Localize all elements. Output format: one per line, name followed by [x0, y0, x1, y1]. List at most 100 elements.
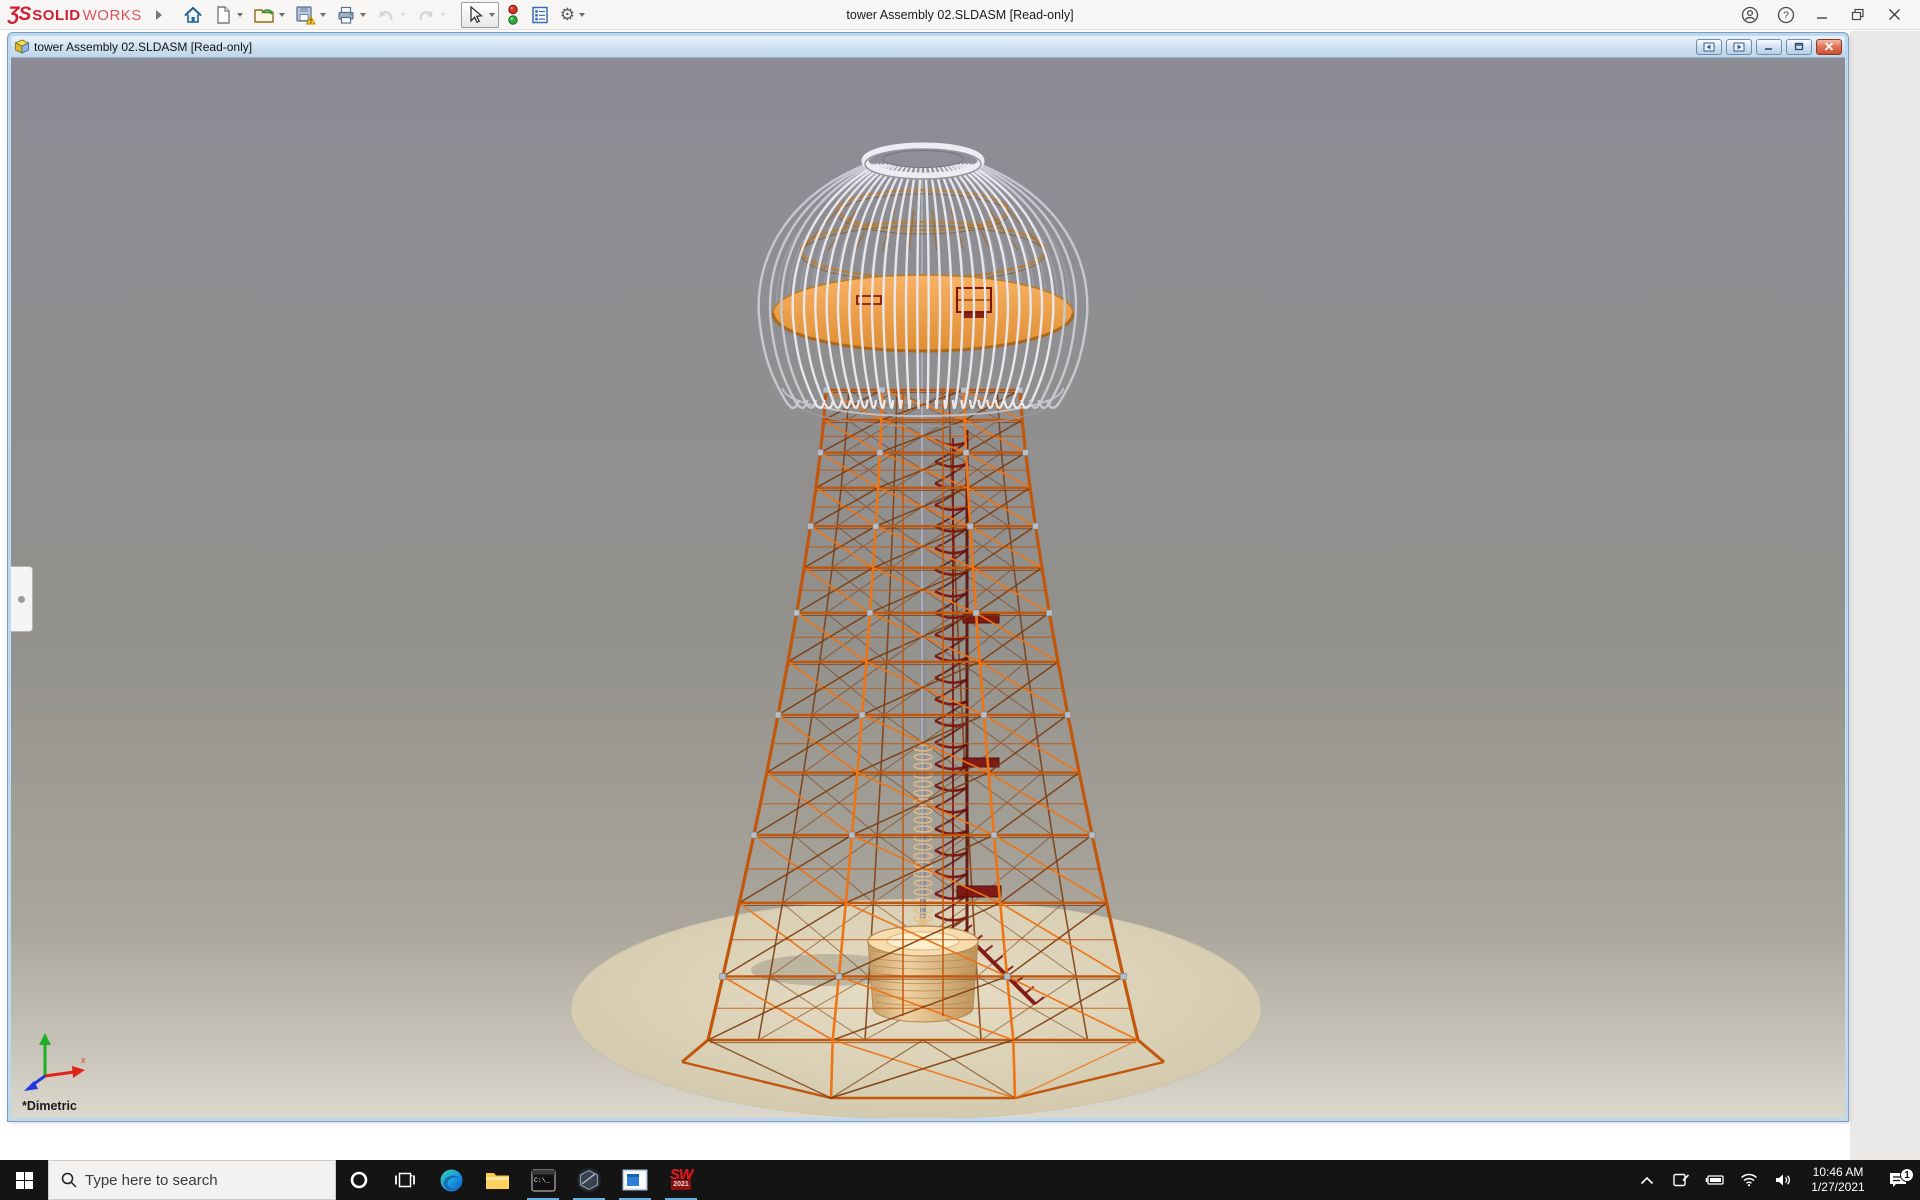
hexagon-app-button[interactable] — [566, 1160, 612, 1200]
chevron-down-icon[interactable] — [488, 12, 495, 17]
quick-access-toolbar: ⚙ — [180, 1, 588, 28]
minimize-icon — [1817, 16, 1827, 19]
status-lights-button[interactable] — [503, 2, 523, 28]
home-button[interactable] — [180, 3, 206, 27]
chevron-down-icon[interactable] — [359, 12, 366, 17]
cortana-icon — [350, 1171, 368, 1189]
restore-button[interactable] — [1840, 0, 1876, 30]
redo-button — [413, 3, 449, 27]
undo-icon — [379, 10, 393, 20]
featuremanager-collapsed-tab[interactable] — [11, 566, 33, 632]
tower-assembly-3d-model — [570, 142, 1262, 1118]
taskbar-clock[interactable]: 10:46 AM 1/27/2021 — [1800, 1165, 1876, 1195]
clock-time: 10:46 AM — [1812, 1165, 1864, 1179]
blue-window-app-icon — [622, 1169, 648, 1191]
doc-restore-button[interactable] — [1786, 38, 1812, 55]
notification-center-button[interactable]: 1 — [1876, 1168, 1920, 1189]
solidworks-app-icon: SW 2021 — [669, 1166, 693, 1190]
windows-taskbar: C:\_ SW 2021 — [0, 1160, 1920, 1200]
svg-text:?: ? — [1783, 9, 1789, 21]
file-explorer-button[interactable] — [474, 1160, 520, 1200]
options-button[interactable]: ⚙ — [557, 4, 588, 25]
solidworks-year-badge: 2021 — [671, 1180, 691, 1190]
volume-button[interactable] — [1766, 1173, 1800, 1187]
command-prompt-button[interactable]: C:\_ — [520, 1160, 566, 1200]
solidworks-logo-mark: ƷS — [8, 3, 31, 25]
doc-pane-right-button[interactable] — [1726, 38, 1752, 55]
file-explorer-icon — [485, 1172, 509, 1189]
command-prompt-icon: C:\_ — [531, 1169, 555, 1191]
window-title: tower Assembly 02.SLDASM [Read-only] — [846, 8, 1074, 22]
wifi-button[interactable] — [1732, 1173, 1766, 1187]
chevron-right-icon — [155, 9, 162, 20]
restore-icon — [1851, 8, 1864, 21]
doc-pane-left-button[interactable] — [1696, 38, 1722, 55]
account-icon — [1741, 6, 1759, 23]
blue-window-app-button[interactable] — [612, 1160, 658, 1200]
doc-close-icon — [1824, 42, 1834, 51]
windows-logo-icon — [15, 1171, 33, 1189]
orientation-triad: x — [24, 1033, 86, 1091]
solidworks-app-button[interactable]: SW 2021 — [658, 1160, 704, 1200]
start-button[interactable] — [0, 1160, 48, 1200]
document-window-controls — [1692, 38, 1842, 55]
chevron-down-icon[interactable] — [236, 12, 243, 17]
graphics-viewport[interactable]: x *Dimetric — [11, 58, 1845, 1118]
task-view-button[interactable] — [382, 1160, 428, 1200]
gear-icon: ⚙ — [559, 5, 576, 24]
notification-count-badge: 1 — [1900, 1168, 1914, 1182]
document-window: tower Assembly 02.SLDASM [Read-only] x *… — [7, 32, 1849, 1122]
file-properties-icon — [532, 6, 548, 23]
cortana-button[interactable] — [336, 1160, 382, 1200]
cmd-prompt-text: C:\_ — [534, 1177, 550, 1184]
doc-close-button[interactable] — [1816, 38, 1842, 55]
help-icon: ? — [1777, 6, 1795, 23]
pen-device-button[interactable] — [1664, 1172, 1698, 1188]
save-button[interactable] — [292, 3, 329, 27]
chevron-down-icon — [439, 12, 446, 17]
tray-expand-button[interactable] — [1630, 1176, 1664, 1185]
pane-tab-dot-icon — [18, 595, 25, 603]
battery-button[interactable] — [1698, 1174, 1732, 1186]
home-icon — [184, 6, 202, 23]
chevron-down-icon — [399, 12, 406, 17]
toolbar-expander[interactable] — [152, 5, 166, 25]
solidworks-logo: ƷS SOLID WORKS — [8, 3, 142, 25]
close-icon — [1888, 9, 1900, 20]
chevron-down-icon[interactable] — [278, 12, 285, 17]
traffic-light-icon — [508, 4, 518, 25]
pane-collapse-left-icon — [1703, 42, 1715, 51]
open-folder-icon — [254, 8, 274, 23]
doc-restore-icon — [1794, 42, 1804, 51]
account-button[interactable] — [1732, 0, 1768, 30]
new-document-button[interactable] — [210, 3, 246, 27]
chevron-down-icon[interactable] — [579, 12, 586, 17]
minimize-button[interactable] — [1804, 0, 1840, 30]
assembly-icon — [14, 39, 30, 54]
new-document-icon — [217, 5, 230, 24]
redo-icon — [419, 10, 433, 20]
client-right-gap — [1850, 31, 1920, 1160]
select-tool-button[interactable] — [460, 1, 499, 28]
open-button[interactable] — [250, 3, 288, 27]
print-button[interactable] — [333, 3, 369, 27]
doc-minimize-button[interactable] — [1756, 38, 1782, 55]
chevron-up-icon — [1640, 1176, 1654, 1184]
edge-icon — [440, 1169, 462, 1191]
battery-charging-icon — [1705, 1175, 1724, 1185]
x-axis-arrow — [72, 1066, 85, 1078]
edge-button[interactable] — [428, 1160, 474, 1200]
document-titlebar[interactable]: tower Assembly 02.SLDASM [Read-only] — [11, 36, 1845, 58]
help-button[interactable]: ? — [1768, 0, 1804, 30]
wifi-icon — [1741, 1173, 1757, 1187]
taskbar-search[interactable] — [48, 1160, 336, 1200]
close-button[interactable] — [1876, 0, 1912, 30]
hexagon-app-icon — [577, 1168, 601, 1192]
pen-device-icon — [1673, 1173, 1690, 1187]
search-input[interactable] — [85, 1171, 305, 1189]
file-properties-button[interactable] — [527, 3, 553, 27]
system-tray: 10:46 AM 1/27/2021 1 — [1630, 1160, 1920, 1200]
undo-button — [373, 3, 409, 27]
document-title: tower Assembly 02.SLDASM [Read-only] — [34, 39, 253, 54]
chevron-down-icon[interactable] — [319, 12, 326, 17]
